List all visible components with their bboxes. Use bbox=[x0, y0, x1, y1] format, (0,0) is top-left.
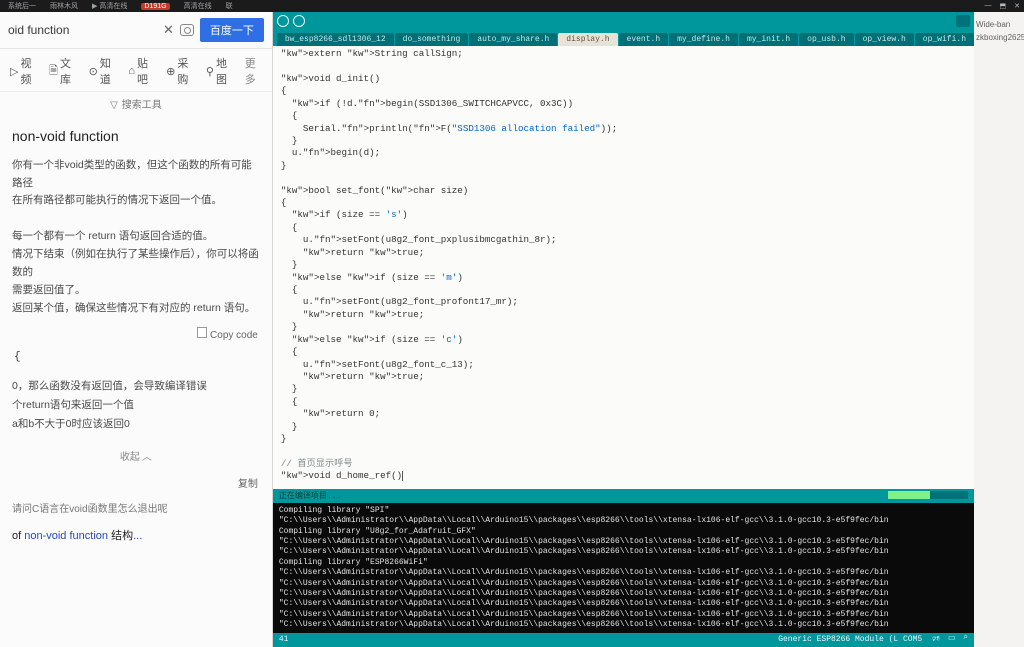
tab-video[interactable]: ▷视频 bbox=[10, 55, 35, 87]
sliver-label: Wide-ban bbox=[976, 20, 1022, 29]
file-tab[interactable]: op_usb.h bbox=[799, 33, 853, 46]
ide-toolbar bbox=[273, 12, 974, 30]
file-tab[interactable]: bw_esp8266_sdl1306_12 bbox=[277, 33, 394, 46]
tab-more[interactable]: 更多 bbox=[245, 55, 262, 87]
answer-line: 需要返回值了。 bbox=[12, 282, 260, 300]
serial-monitor-icon[interactable] bbox=[956, 15, 970, 27]
file-tab[interactable]: event.h bbox=[619, 33, 669, 46]
follow-up-question: 请问C语言在void函数里怎么退出呢 bbox=[0, 494, 272, 523]
task-item[interactable]: 高清在线 bbox=[180, 0, 216, 12]
upload-icon[interactable] bbox=[293, 15, 305, 27]
code-editor[interactable]: "kw">extern "kw">String callSign; "kw">v… bbox=[273, 46, 974, 489]
code-snippet: { bbox=[0, 343, 272, 371]
answer-line: a和b不大于0时应该返回0 bbox=[12, 415, 260, 434]
tab-caigou[interactable]: ⊕采购 bbox=[166, 55, 192, 87]
answer-line: 返回某个值，确保这些情况下有对应的 return 语句。 bbox=[12, 300, 260, 318]
progress-bar bbox=[888, 491, 968, 499]
search-bar: oid function ✕ 百度一下 bbox=[0, 12, 272, 49]
browser-panel: oid function ✕ 百度一下 ▷视频 🗎文库 ⊙知道 ⌂贴吧 ⊕采购 … bbox=[0, 12, 273, 647]
answer-line: 情况下结束（例如在执行了某些操作后），你可以将函数的 bbox=[12, 246, 260, 282]
file-tab[interactable]: op_wifi.h bbox=[915, 33, 974, 46]
search-query[interactable]: oid function bbox=[8, 23, 157, 37]
line-number: 41 bbox=[279, 635, 289, 644]
funnel-icon: ▽ bbox=[110, 100, 118, 111]
related-link[interactable]: non-void function bbox=[24, 530, 108, 542]
answer-block: non-void function 你有一个非void类型的函数，但这个函数的所… bbox=[0, 119, 272, 327]
window-minimize-icon[interactable]: — bbox=[985, 2, 992, 10]
file-tab[interactable]: my_define.h bbox=[669, 33, 738, 46]
collapse-button[interactable]: 收起︿ bbox=[0, 440, 272, 471]
file-tab-strip: bw_esp8266_sdl1306_12do_somethingauto_my… bbox=[273, 30, 974, 46]
answer-line: 你有一个非void类型的函数，但这个函数的所有可能路径 bbox=[12, 157, 260, 193]
tab-tieba[interactable]: ⌂贴吧 bbox=[128, 55, 152, 87]
file-tab[interactable]: do_something bbox=[395, 33, 469, 46]
os-taskbar: 系统后一 雨林木风 ▶ 高清在线 D191G 高清在线 联 — ⬒ ✕ bbox=[0, 0, 1024, 12]
task-item[interactable]: 系统后一 bbox=[4, 0, 40, 12]
right-sidebar-sliver: Wide-ban zkboxing2625 bbox=[974, 12, 1024, 647]
compile-status: 正在编译项目... bbox=[279, 490, 341, 501]
console-header: 正在编译项目... bbox=[273, 489, 974, 503]
arduino-ide: bw_esp8266_sdl1306_12do_somethingauto_my… bbox=[273, 12, 974, 647]
answer-line: 在所有路径都可能执行的情况下返回一个值。 bbox=[12, 192, 260, 210]
search-button[interactable]: 百度一下 bbox=[200, 18, 264, 42]
window-close-icon[interactable]: ✕ bbox=[1014, 2, 1020, 10]
task-item: ▶ 高清在线 bbox=[88, 0, 131, 12]
copy-button[interactable]: 复制 bbox=[0, 471, 272, 494]
notif-icon[interactable]: 🕫 bbox=[932, 633, 940, 647]
clear-icon[interactable]: ✕ bbox=[163, 22, 174, 38]
tab-wenku[interactable]: 🗎文库 bbox=[49, 55, 74, 87]
tab-map[interactable]: ⚲地图 bbox=[206, 55, 231, 87]
file-tab[interactable]: op_view.h bbox=[855, 33, 914, 46]
search-tools[interactable]: ▽搜索工具 bbox=[0, 92, 272, 119]
window-maximize-icon[interactable]: ⬒ bbox=[1000, 2, 1007, 10]
file-tab[interactable]: my_init.h bbox=[739, 33, 798, 46]
copy-icon bbox=[199, 329, 207, 338]
answer-line: 个return语句来返回一个值 bbox=[12, 396, 260, 415]
task-item[interactable]: 联 bbox=[222, 0, 237, 12]
task-item[interactable]: 雨林木风 bbox=[46, 0, 82, 12]
config-icon[interactable]: ▭ bbox=[948, 633, 956, 647]
answer-line: 每一个都有一个 return 语句返回合适的值。 bbox=[12, 228, 260, 246]
board-info: Generic ESP8266 Module (L COM5 bbox=[778, 635, 922, 644]
search-tabs: ▷视频 🗎文库 ⊙知道 ⌂贴吧 ⊕采购 ⚲地图 更多 bbox=[0, 49, 272, 92]
copy-code-button[interactable]: Copy code bbox=[0, 327, 272, 343]
sliver-label: zkboxing2625 bbox=[976, 33, 1022, 42]
tab-zhidao[interactable]: ⊙知道 bbox=[89, 55, 115, 87]
chevron-up-icon: ︿ bbox=[142, 452, 152, 463]
related-link-row: of non-void function 结构... bbox=[0, 523, 272, 549]
camera-icon[interactable] bbox=[180, 24, 194, 36]
file-tab[interactable]: auto_my_share.h bbox=[469, 33, 557, 46]
build-console[interactable]: Compiling library "SPI" "C:\\Users\\Admi… bbox=[273, 503, 974, 633]
answer-heading: non-void function bbox=[12, 125, 260, 149]
file-tab[interactable]: display.h bbox=[558, 33, 617, 46]
verify-icon[interactable] bbox=[277, 15, 289, 27]
answer-line: 0，那么函数没有返回值，会导致编译错误 bbox=[12, 377, 260, 396]
ide-statusbar: 41 Generic ESP8266 Module (L COM5 🕫 ▭ ⌕ bbox=[273, 633, 974, 647]
answer-continued: 0，那么函数没有返回值，会导致编译错误 个return语句来返回一个值 a和b不… bbox=[0, 371, 272, 440]
search-icon[interactable]: ⌕ bbox=[964, 633, 968, 647]
task-item-badge[interactable]: D191G bbox=[141, 3, 169, 10]
